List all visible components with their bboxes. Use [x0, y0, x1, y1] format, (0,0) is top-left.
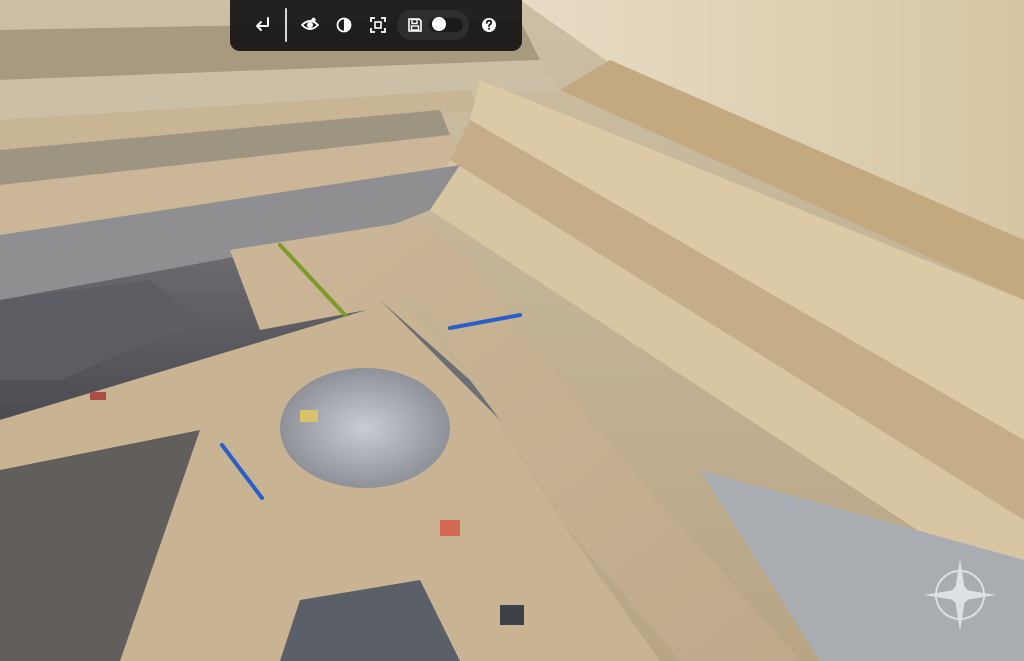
- viewer-toolbar: [230, 0, 522, 51]
- back-button[interactable]: [248, 10, 278, 40]
- compass-rose-icon[interactable]: [920, 555, 1000, 635]
- half-circle-icon: [336, 17, 352, 33]
- rock-pile: [280, 368, 450, 488]
- eye-icon: [301, 17, 319, 30]
- return-arrow-icon: [256, 17, 269, 31]
- haul-truck: [500, 605, 524, 625]
- visibility-button[interactable]: [295, 10, 325, 40]
- help-button[interactable]: [474, 10, 504, 40]
- question-mark-icon: [482, 18, 496, 32]
- excavator: [300, 410, 318, 422]
- toolbar-separator: [285, 8, 287, 42]
- focus-button[interactable]: [363, 10, 393, 40]
- drill-rig: [440, 520, 460, 536]
- 3d-viewport[interactable]: [0, 0, 1024, 661]
- save-button[interactable]: [400, 10, 430, 40]
- contrast-button[interactable]: [329, 10, 359, 40]
- vehicle: [90, 392, 106, 400]
- floppy-disk-icon: [408, 18, 422, 32]
- mine-scene[interactable]: [0, 0, 1024, 661]
- focus-frame-icon: [370, 17, 386, 33]
- toggle-knob[interactable]: [432, 17, 446, 31]
